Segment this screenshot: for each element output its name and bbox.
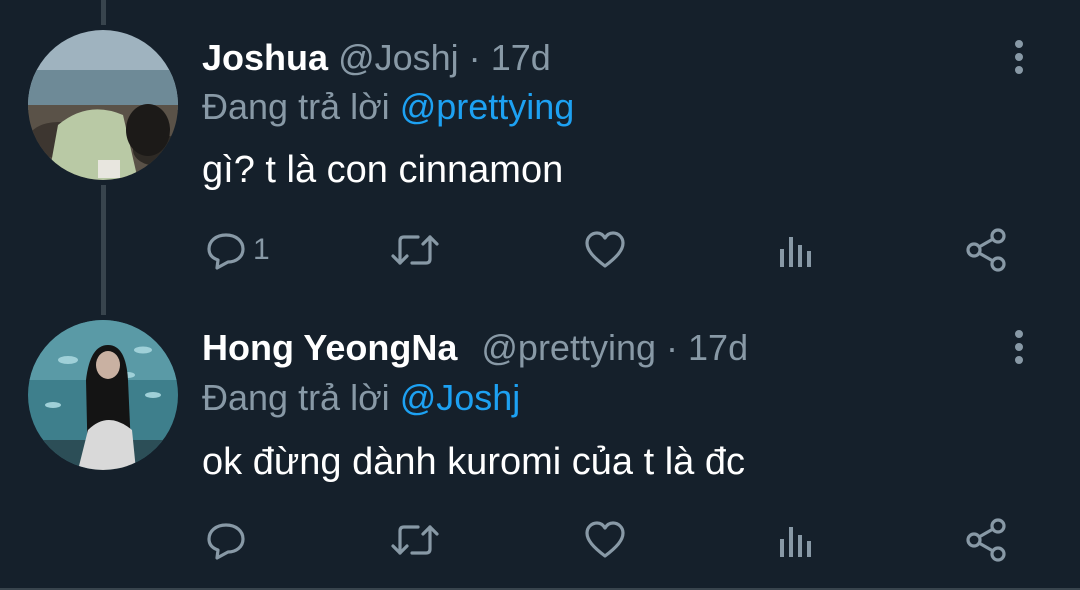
tweet-text: ok đừng dành kuromi của t là đc [202,441,745,483]
more-vertical-icon[interactable] [1010,328,1028,368]
display-name[interactable]: Hong YeongNa [202,327,457,368]
user-handle[interactable]: @Joshj [338,37,459,78]
tweet-header: Joshua @Joshj · 17d [202,38,551,78]
retweet-icon [390,229,440,271]
analytics-icon [776,229,816,271]
analytics-button[interactable] [776,515,816,565]
analytics-button[interactable] [776,225,816,275]
reply-icon [205,229,247,271]
retweet-button[interactable] [390,515,440,565]
like-icon [583,229,627,271]
tweet-actions [0,515,1080,565]
tweet[interactable]: Hong YeongNa @prettying · 17d Đang trả l… [0,300,1080,590]
separator-dot: · [666,327,679,368]
reply-button[interactable] [205,515,253,565]
share-icon [964,517,1010,563]
more-vertical-icon[interactable] [1010,38,1028,78]
avatar[interactable] [28,30,178,180]
retweet-icon [390,519,440,561]
timestamp[interactable]: 17d [491,37,551,78]
reply-icon [205,519,247,561]
share-button[interactable] [964,225,1010,275]
mention-link[interactable]: @Joshj [400,377,521,418]
share-button[interactable] [964,515,1010,565]
reply-count: 1 [253,233,270,266]
reply-button[interactable]: 1 [205,225,270,275]
separator-dot: · [468,37,481,78]
timestamp[interactable]: 17d [688,327,748,368]
tweet-text: gì? t là con cinnamon [202,149,564,191]
replying-to-label: Đang trả lời [202,377,390,418]
analytics-icon [776,519,816,561]
tweet[interactable]: Joshua @Joshj · 17d Đang trả lời @pretty… [0,0,1080,300]
tweet-header: Hong YeongNa @prettying · 17d [202,328,748,368]
tweet-actions: 1 [0,225,1080,275]
mention-link[interactable]: @prettying [400,86,575,127]
like-button[interactable] [583,225,627,275]
share-icon [964,227,1010,273]
user-handle[interactable]: @prettying [481,327,656,368]
like-icon [583,519,627,561]
replying-to-label: Đang trả lời [202,86,390,127]
display-name[interactable]: Joshua [202,37,328,78]
like-button[interactable] [583,515,627,565]
avatar[interactable] [28,320,178,470]
retweet-button[interactable] [390,225,440,275]
replying-to: Đang trả lời @prettying [202,87,574,127]
replying-to: Đang trả lời @Joshj [202,378,520,418]
